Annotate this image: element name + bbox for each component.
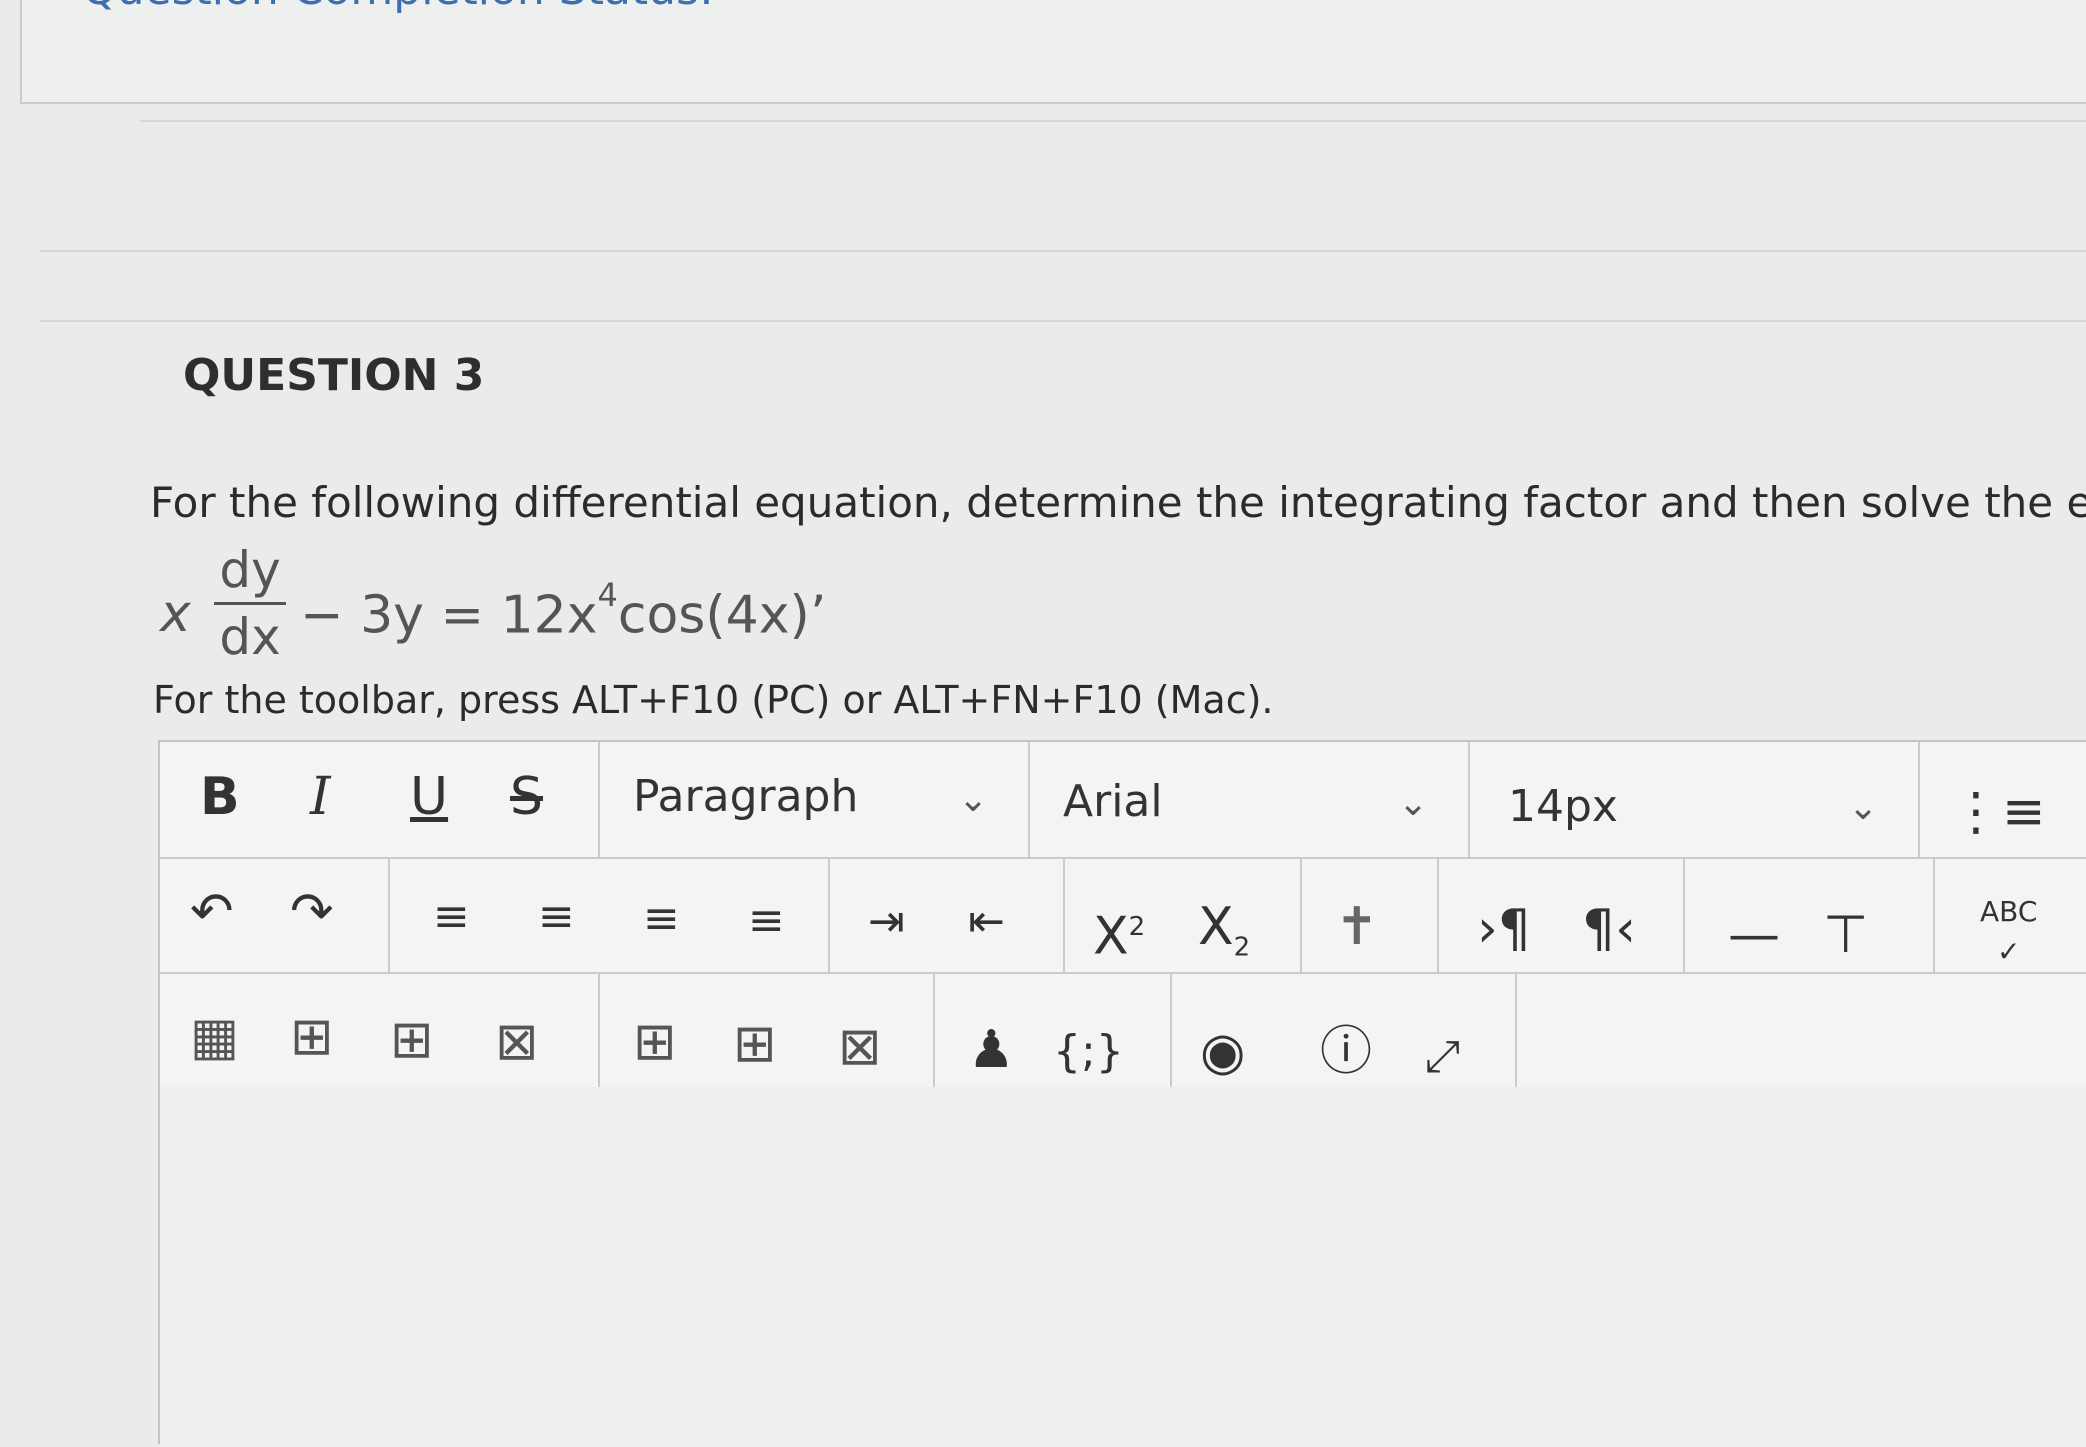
indent-group: ⇥ ⇤ [828,857,1065,972]
toolbar-row-1: B I U S Paragraph ⌄ Arial ⌄ 14px ⌄ ⋮≡ [160,742,2086,859]
equation-rhs-end: cos(4x) [617,585,810,646]
bullet-list-icon[interactable]: ⋮≡ [1950,772,2046,852]
insert-content-icon[interactable]: ⊤ [1823,895,1868,975]
format-group: B I U S [160,742,600,857]
subscript-mark: 2 [1233,932,1251,963]
equation-trailing: ’ [809,585,827,646]
toolbar-row-2: ↶ ↷ ≡ ≡ ≡ ≡ ⇥ ⇤ X2 X2 ✝ ›¶ ¶‹ — ⊤ ABC ✓ [160,857,2086,974]
insert-row-icon[interactable]: ⊞ [733,1004,777,1084]
question-completion-panel: Question Completion Status: [20,0,2086,104]
link-group: ✝ [1300,857,1439,972]
subscript-letter: X [1198,897,1234,957]
paragraph-select[interactable]: Paragraph ⌄ [598,742,1030,857]
font-family-select[interactable]: Arial ⌄ [1028,742,1470,857]
fraction-bar [214,602,286,605]
divider [40,250,2086,252]
spellcheck-label: ABC [1980,895,2038,928]
alignment-group: ≡ ≡ ≡ ≡ [388,857,830,972]
font-size-select-value: 14px [1508,781,1618,832]
indent-icon[interactable]: ⇥ [868,882,905,962]
horizontal-line-icon[interactable]: — [1728,895,1780,975]
superscript-letter: X [1093,906,1129,967]
strikethrough-button[interactable]: S [510,757,543,837]
question-prompt: For the following differential equation,… [150,478,2086,527]
insert-col-icon[interactable]: ⊞ [633,1002,677,1082]
equation-rest: − 3y = 12x4cos(4x)’ [300,576,827,646]
table-icon[interactable]: ▦ [190,997,239,1077]
superscript-button[interactable]: X2 [1093,887,1145,976]
align-left-icon[interactable]: ≡ [433,877,470,957]
chevron-down-icon: ⌄ [1398,783,1429,824]
chevron-down-icon: ⌄ [958,779,989,820]
toolbar-hint: For the toolbar, press ALT+F10 (PC) or A… [153,678,1274,722]
chevron-down-icon: ⌄ [1848,787,1879,828]
code-icon[interactable]: {;} [1053,1012,1124,1092]
completion-status-link[interactable]: Question Completion Status: [82,0,714,15]
preview-icon[interactable]: ◉ [1200,1012,1245,1092]
rtl-icon[interactable]: ¶‹ [1582,889,1636,969]
direction-group: ›¶ ¶‹ [1437,857,1685,972]
accessibility-group: ♟ {;} [933,972,1172,1087]
table-delete-icon[interactable]: ⊠ [495,1002,539,1082]
divider [40,320,2086,322]
undo-icon[interactable]: ↶ [190,872,234,952]
table-row-icon[interactable]: ⊞ [290,997,334,1077]
table-edit-group: ⊞ ⊞ ⊠ [598,972,935,1087]
equation-rhs-start: − 3y = 12x [300,585,598,646]
font-family-select-value: Arial [1063,776,1163,827]
font-size-select[interactable]: 14px ⌄ [1468,742,1920,857]
rich-text-editor[interactable]: B I U S Paragraph ⌄ Arial ⌄ 14px ⌄ ⋮≡ ↶ … [158,740,2086,1447]
view-group: ◉ ⓘ ⤢ [1170,972,1517,1087]
redo-icon[interactable]: ↷ [290,872,334,952]
justify-icon[interactable]: ≡ [748,881,785,961]
question-title: QUESTION 3 [183,350,485,401]
equation-exponent: 4 [597,576,618,614]
bold-button[interactable]: B [200,757,240,837]
history-group: ↶ ↷ [160,857,390,972]
toolbar-row-3: ▦ ⊞ ⊞ ⊠ ⊞ ⊞ ⊠ ♟ {;} ◉ ⓘ ⤢ [160,972,2086,1089]
spellcheck-icon[interactable]: ABC ✓ [1980,892,2037,972]
ltr-icon[interactable]: ›¶ [1477,889,1531,969]
editor-content-area[interactable] [160,1087,2086,1447]
fullscreen-icon[interactable]: ⤢ [1425,1017,1460,1097]
fraction-numerator: dy [219,541,281,599]
divider [140,120,2086,122]
equation-lead: x [160,584,191,644]
fraction-denominator: dx [219,608,281,666]
insert-group: — ⊤ [1683,857,1935,972]
script-group: X2 X2 [1063,857,1302,972]
unlink-icon[interactable]: ✝ [1335,887,1379,967]
superscript-mark: 2 [1128,912,1146,942]
outdent-icon[interactable]: ⇤ [968,882,1005,962]
underline-button[interactable]: U [410,757,448,837]
paragraph-select-value: Paragraph [633,771,859,822]
delete-cell-icon[interactable]: ⊠ [838,1007,882,1087]
help-icon[interactable]: ⓘ [1320,1012,1372,1092]
italic-button[interactable]: I [310,757,331,837]
align-center-icon[interactable]: ≡ [538,877,575,957]
table-col-icon[interactable]: ⊞ [390,1000,434,1080]
align-right-icon[interactable]: ≡ [643,879,680,959]
table-group: ▦ ⊞ ⊞ ⊠ [160,972,600,1087]
derivative-fraction: dy dx [210,540,290,667]
accessibility-icon[interactable]: ♟ [968,1010,1015,1090]
